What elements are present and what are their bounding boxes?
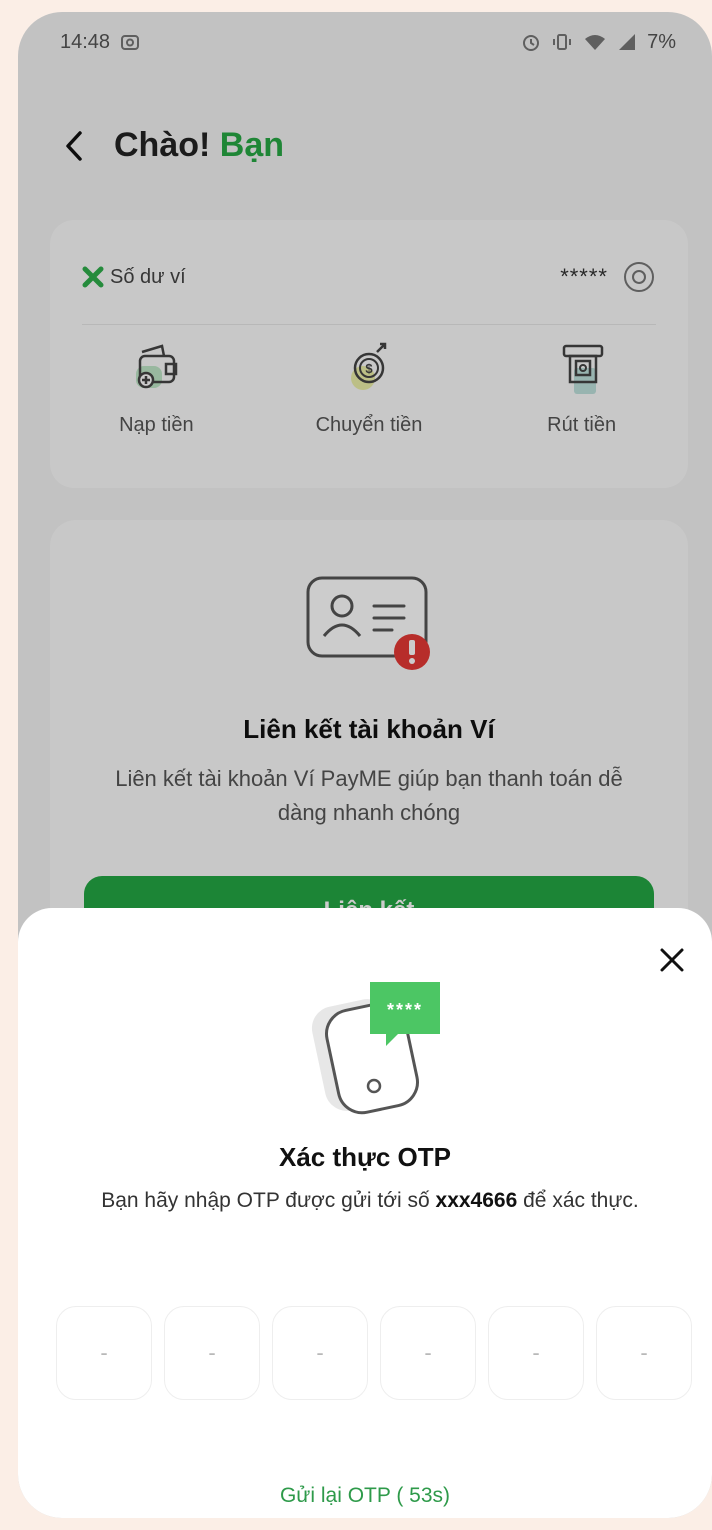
otp-desc-suffix: để xác thực. [523,1189,639,1212]
close-icon[interactable] [658,946,686,974]
otp-input-group: - - - - - - [56,1306,712,1400]
otp-digit-input[interactable]: - [164,1306,260,1400]
resend-otp-link[interactable]: Gửi lại OTP ( 53s) [18,1484,712,1508]
otp-digit-input[interactable]: - [272,1306,368,1400]
otp-phone-number: xxx4666 [435,1189,518,1212]
otp-bottom-sheet: **** Xác thực OTP Bạn hãy nhập OTP được … [18,908,712,1518]
otp-placeholder: - [640,1340,648,1365]
otp-desc-prefix: Bạn hãy nhập OTP được gửi tới số [101,1189,430,1212]
otp-title: Xác thực OTP [279,1142,451,1172]
otp-placeholder: - [424,1340,432,1365]
otp-placeholder: - [100,1340,108,1365]
otp-digit-input[interactable]: - [56,1306,152,1400]
otp-bubble-text: **** [387,1000,423,1020]
phone-screen: 14:48 7% Chào! Bạn Số dư ví ***** Nạp ti… [18,12,712,1518]
otp-digit-input[interactable]: - [380,1306,476,1400]
otp-description: Bạn hãy nhập OTP được gửi tới số xxx4666… [68,1184,672,1218]
otp-placeholder: - [316,1340,324,1365]
otp-digit-input[interactable]: - [596,1306,692,1400]
otp-placeholder: - [532,1340,540,1365]
otp-digit-input[interactable]: - [488,1306,584,1400]
otp-phone-illustration: **** [311,982,440,1115]
otp-placeholder: - [208,1340,216,1365]
